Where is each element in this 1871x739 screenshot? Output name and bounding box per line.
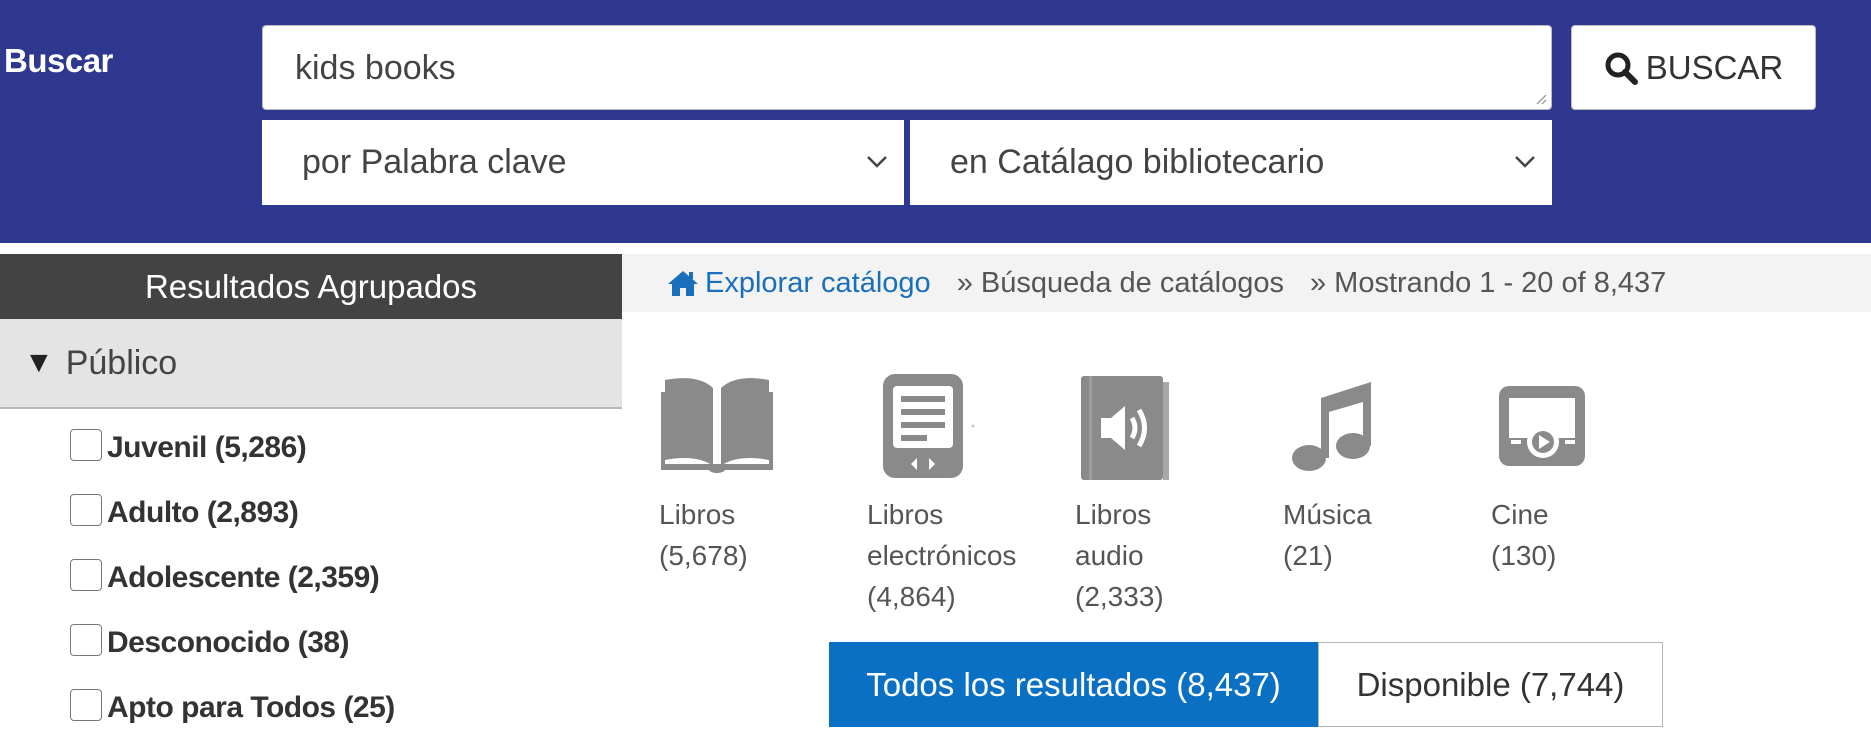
facet-item-desconocido[interactable]: Desconocido (38) xyxy=(70,623,350,663)
facet-checkbox[interactable] xyxy=(70,494,102,526)
facet-item-label: Juvenil (5,286) xyxy=(107,431,307,464)
facet-item-label: Desconocido (38) xyxy=(107,626,350,659)
format-label: Cine xyxy=(1491,499,1549,530)
breadcrumb-result-count: » Mostrando 1 - 20 of 8,437 xyxy=(1310,266,1667,299)
ebook-icon xyxy=(883,374,975,478)
breadcrumb-home-label: Explorar catálogo xyxy=(705,266,931,299)
facet-item-label: Adolescente (2,359) xyxy=(107,561,380,594)
format-label: Música xyxy=(1283,499,1372,530)
search-type-value: por Palabra clave xyxy=(302,143,567,181)
facet-checkbox[interactable] xyxy=(70,429,102,461)
search-button-label: BUSCAR xyxy=(1645,48,1784,86)
breadcrumb-search: » Búsqueda de catálogos xyxy=(956,266,1284,299)
chevron-down-icon xyxy=(1515,156,1535,168)
format-audiobooks[interactable]: Libros audio (2,333) xyxy=(1075,372,1265,617)
facet-item-adolescente[interactable]: Adolescente (2,359) xyxy=(70,558,380,598)
tab-all-results[interactable]: Todos los resultados (8,437) xyxy=(829,642,1318,727)
resize-grip-icon[interactable] xyxy=(1535,93,1547,105)
home-icon xyxy=(668,271,698,296)
chevron-down-icon xyxy=(867,156,887,168)
format-label: Libros xyxy=(659,499,736,530)
facet-group-audience[interactable]: ▼ Público xyxy=(0,319,622,409)
facet-checkbox[interactable] xyxy=(70,689,102,721)
facet-panel-title: Resultados Agrupados xyxy=(0,254,622,319)
book-icon xyxy=(661,378,773,473)
format-music[interactable]: Música (21) xyxy=(1283,372,1473,576)
format-label: Libros xyxy=(867,499,944,530)
format-label-cont: audio xyxy=(1075,540,1144,571)
format-count: (2,333) xyxy=(1075,581,1164,612)
breadcrumb-home-link[interactable]: Explorar catálogo xyxy=(667,267,931,300)
search-label: Buscar xyxy=(4,42,113,79)
format-count: (4,864) xyxy=(867,581,956,612)
facet-item-adulto[interactable]: Adulto (2,893) xyxy=(70,493,299,533)
search-scope-value: en Catálago bibliotecario xyxy=(950,143,1325,181)
format-count: (5,678) xyxy=(659,540,748,571)
facet-item-label: Adulto (2,893) xyxy=(107,496,299,529)
search-button[interactable]: BUSCAR xyxy=(1571,25,1816,110)
format-label-cont: electrónicos xyxy=(867,540,1017,571)
facet-checkbox[interactable] xyxy=(70,624,102,656)
audiobook-icon xyxy=(1081,376,1169,480)
search-header: Buscar BUSCAR por Palabra clave en Catál… xyxy=(0,0,1871,243)
search-icon xyxy=(1605,52,1638,85)
format-film[interactable]: Cine (130) xyxy=(1491,372,1681,576)
search-type-select[interactable]: por Palabra clave xyxy=(262,120,904,205)
facet-item-juvenil[interactable]: Juvenil (5,286) xyxy=(70,428,307,468)
format-count: (130) xyxy=(1491,540,1557,571)
facet-group-label: Público xyxy=(65,343,178,382)
format-ebooks[interactable]: Libros electrónicos (4,864) xyxy=(867,372,1057,617)
music-note-icon xyxy=(1292,382,1371,471)
facet-item-label: Apto para Todos (25) xyxy=(107,691,395,724)
format-books[interactable]: Libros (5,678) xyxy=(659,372,849,576)
facet-checkbox[interactable] xyxy=(70,559,102,591)
search-scope-select[interactable]: en Catálago bibliotecario xyxy=(910,120,1552,205)
breadcrumb: Explorar catálogo » Búsqueda de catálogo… xyxy=(622,254,1871,312)
film-icon xyxy=(1499,386,1585,466)
collapse-triangle-icon: ▼ xyxy=(24,346,54,379)
format-label: Libros xyxy=(1075,499,1152,530)
tab-available[interactable]: Disponible (7,744) xyxy=(1318,642,1663,727)
search-input[interactable] xyxy=(262,25,1552,110)
facet-item-apto-para-todos[interactable]: Apto para Todos (25) xyxy=(70,688,395,728)
format-count: (21) xyxy=(1283,540,1333,571)
